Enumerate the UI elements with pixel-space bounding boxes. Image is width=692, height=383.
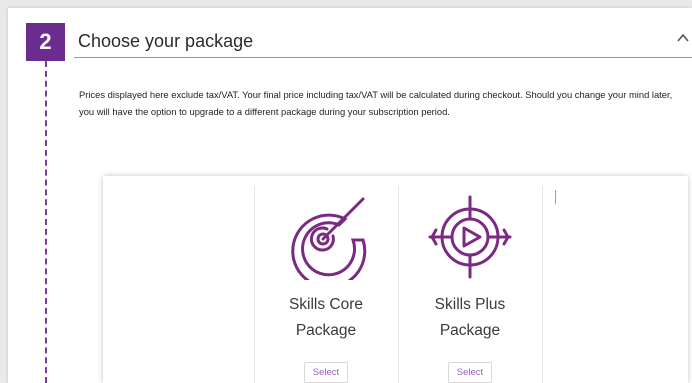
package-card-skills-plus: Skills Plus Package Select — [399, 186, 541, 383]
column-divider — [542, 186, 543, 383]
select-skills-plus-button[interactable]: Select — [448, 362, 492, 383]
package-name: Skills Plus Package — [399, 292, 541, 344]
package-name: Skills Core Package — [255, 292, 397, 344]
package-name-line2: Package — [295, 322, 357, 339]
package-name-line2: Package — [439, 322, 501, 339]
step-number-badge: 2 — [26, 23, 65, 61]
pricing-description: Prices displayed here exclude tax/VAT. Y… — [79, 89, 673, 117]
section-divider — [74, 57, 692, 58]
section-title[interactable]: Choose your package — [78, 31, 253, 52]
collapse-chevron-up-icon[interactable] — [675, 30, 691, 46]
target-arrow-icon — [291, 197, 367, 280]
package-name-line1: Skills Core — [288, 296, 364, 313]
text-cursor-mark — [555, 190, 556, 204]
package-card-skills-core: Skills Core Package Select — [255, 186, 397, 383]
crosshair-play-icon — [428, 195, 512, 279]
package-name-line1: Skills Plus — [434, 296, 506, 313]
select-skills-core-button[interactable]: Select — [304, 362, 348, 383]
step-progress-dashed-line — [45, 61, 47, 383]
